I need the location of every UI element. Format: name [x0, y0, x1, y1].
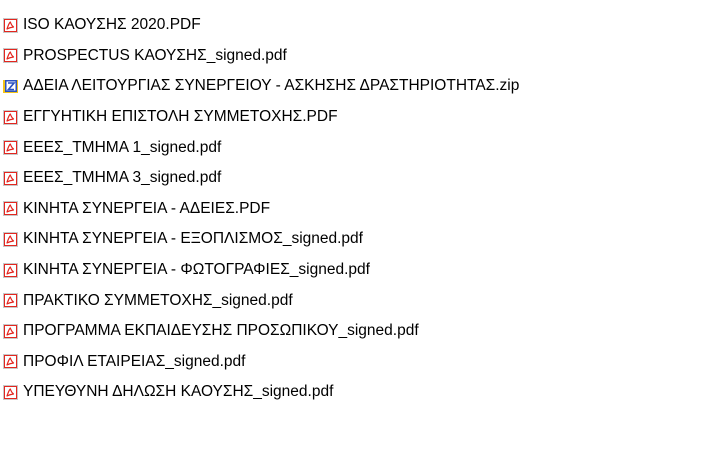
file-item[interactable]: ΕΓΓΥΗΤΙΚΗ ΕΠΙΣΤΟΛΗ ΣΥΜΜΕΤΟΧΗΣ.PDF: [3, 102, 711, 133]
pdf-icon: [3, 323, 18, 339]
file-name: ISO ΚΑΟΥΣΗΣ 2020.PDF: [23, 16, 201, 34]
file-name: ΠΡΑΚΤΙΚΟ ΣΥΜΜΕΤΟΧΗΣ_signed.pdf: [23, 291, 293, 309]
file-name: ΕΓΓΥΗΤΙΚΗ ΕΠΙΣΤΟΛΗ ΣΥΜΜΕΤΟΧΗΣ.PDF: [23, 108, 338, 126]
file-name: PROSPECTUS ΚΑΟΥΣΗΣ_signed.pdf: [23, 46, 287, 64]
zip-icon: [3, 79, 18, 94]
file-name: ΚΙΝΗΤΑ ΣΥΝΕΡΓΕΙΑ - ΦΩΤΟΓΡΑΦΙΕΣ_signed.pd…: [23, 261, 370, 279]
file-item[interactable]: ΠΡΑΚΤΙΚΟ ΣΥΜΜΕΤΟΧΗΣ_signed.pdf: [3, 285, 711, 316]
file-name: ΥΠΕΥΘΥΝΗ ΔΗΛΩΣΗ ΚΑΟΥΣΗΣ_signed.pdf: [23, 383, 334, 401]
pdf-icon: [3, 170, 18, 186]
pdf-icon: [3, 384, 18, 400]
file-item[interactable]: ΕΕΕΣ_ΤΜΗΜΑ 1_signed.pdf: [3, 132, 711, 163]
pdf-icon: [3, 48, 18, 64]
file-name: ΚΙΝΗΤΑ ΣΥΝΕΡΓΕΙΑ - ΑΔΕΙΕΣ.PDF: [23, 199, 271, 217]
file-name: ΚΙΝΗΤΑ ΣΥΝΕΡΓΕΙΑ - ΕΞΟΠΛΙΣΜΟΣ_signed.pdf: [23, 230, 363, 248]
pdf-icon: [3, 17, 18, 33]
pdf-icon: [3, 231, 18, 247]
file-item[interactable]: ΠΡΟΦΙΛ ΕΤΑΙΡΕΙΑΣ_signed.pdf: [3, 347, 711, 378]
pdf-icon: [3, 201, 18, 217]
file-item[interactable]: ΚΙΝΗΤΑ ΣΥΝΕΡΓΕΙΑ - ΦΩΤΟΓΡΑΦΙΕΣ_signed.pd…: [3, 255, 711, 286]
pdf-icon: [3, 109, 18, 125]
file-item[interactable]: ΚΙΝΗΤΑ ΣΥΝΕΡΓΕΙΑ - ΑΔΕΙΕΣ.PDF: [3, 194, 711, 225]
file-name: ΕΕΕΣ_ΤΜΗΜΑ 3_signed.pdf: [23, 169, 222, 187]
file-item[interactable]: ΕΕΕΣ_ΤΜΗΜΑ 3_signed.pdf: [3, 163, 711, 194]
file-item[interactable]: ΠΡΟΓΡΑΜΜΑ ΕΚΠΑΙΔΕΥΣΗΣ ΠΡΟΣΩΠΙΚΟΥ_signed.…: [3, 316, 711, 347]
file-name: ΠΡΟΦΙΛ ΕΤΑΙΡΕΙΑΣ_signed.pdf: [23, 352, 246, 370]
file-item[interactable]: ΑΔΕΙΑ ΛΕΙΤΟΥΡΓΙΑΣ ΣΥΝΕΡΓΕΙΟΥ - ΑΣΚΗΣΗΣ Δ…: [3, 71, 711, 102]
file-name: ΠΡΟΓΡΑΜΜΑ ΕΚΠΑΙΔΕΥΣΗΣ ΠΡΟΣΩΠΙΚΟΥ_signed.…: [23, 322, 419, 340]
file-item[interactable]: ΥΠΕΥΘΥΝΗ ΔΗΛΩΣΗ ΚΑΟΥΣΗΣ_signed.pdf: [3, 377, 711, 408]
file-name: ΕΕΕΣ_ΤΜΗΜΑ 1_signed.pdf: [23, 138, 222, 156]
file-list: ISO ΚΑΟΥΣΗΣ 2020.PDF PROSPECTUS ΚΑΟΥΣΗΣ_…: [3, 6, 711, 408]
file-item[interactable]: ΚΙΝΗΤΑ ΣΥΝΕΡΓΕΙΑ - ΕΞΟΠΛΙΣΜΟΣ_signed.pdf: [3, 224, 711, 255]
file-item[interactable]: PROSPECTUS ΚΑΟΥΣΗΣ_signed.pdf: [3, 41, 711, 72]
pdf-icon: [3, 140, 18, 156]
file-item[interactable]: ISO ΚΑΟΥΣΗΣ 2020.PDF: [3, 10, 711, 41]
pdf-icon: [3, 293, 18, 309]
file-name: ΑΔΕΙΑ ΛΕΙΤΟΥΡΓΙΑΣ ΣΥΝΕΡΓΕΙΟΥ - ΑΣΚΗΣΗΣ Δ…: [23, 77, 520, 95]
pdf-icon: [3, 354, 18, 370]
pdf-icon: [3, 262, 18, 278]
